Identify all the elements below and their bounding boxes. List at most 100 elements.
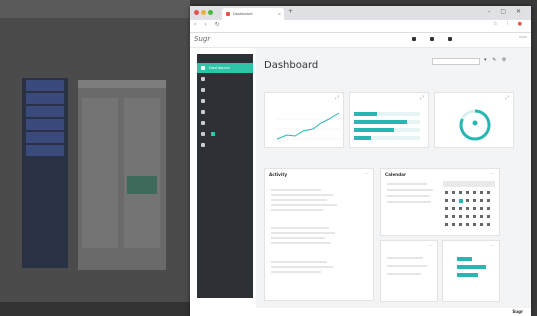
calendar-day[interactable] <box>487 215 490 218</box>
activity-line <box>271 271 321 273</box>
background-panel-header <box>78 80 166 88</box>
calendar-day[interactable] <box>466 223 469 226</box>
panel-menu-icon[interactable]: ⋯ <box>364 171 369 177</box>
calendar-day[interactable] <box>459 191 462 194</box>
calendar-day[interactable] <box>473 199 476 202</box>
calendar-day[interactable] <box>452 207 455 210</box>
tab-close-icon[interactable]: × <box>278 8 281 20</box>
calendar-day[interactable] <box>445 191 448 194</box>
footer-brand: Sugr <box>512 309 523 314</box>
activity-line <box>271 194 333 196</box>
card-expand-icon[interactable]: ⤢ <box>420 95 424 101</box>
card-bars: ⤢ <box>349 92 429 148</box>
app-logo[interactable]: Sugr <box>194 35 210 43</box>
calendar-day[interactable] <box>487 223 490 226</box>
signin-button[interactable] <box>519 36 527 38</box>
calendar-day[interactable] <box>466 191 469 194</box>
calendar-day[interactable] <box>445 199 448 202</box>
calendar-day[interactable] <box>459 207 462 210</box>
panel-title: Activity <box>269 172 288 177</box>
browser-tools[interactable]: ☆ ⋮ ● <box>493 21 525 27</box>
calendar-day[interactable] <box>473 191 476 194</box>
mini-bar <box>457 257 473 261</box>
panel-a: ⋯ <box>380 240 438 302</box>
toolbar-icons[interactable]: ▾ ✎ ⚙ <box>484 57 508 63</box>
header-link[interactable] <box>430 37 441 41</box>
browser-tab[interactable]: Dashboard × <box>222 8 284 20</box>
calendar-day[interactable] <box>445 207 448 210</box>
calendar-day[interactable] <box>473 223 476 226</box>
maximize-dot-icon[interactable] <box>208 10 213 15</box>
background-sidebar-item <box>26 119 64 130</box>
sidebar-item[interactable] <box>197 74 253 84</box>
calendar-day[interactable] <box>459 215 462 218</box>
calendar-day[interactable] <box>452 215 455 218</box>
background-sidebar-item <box>26 132 64 143</box>
sidebar-item[interactable] <box>197 129 253 139</box>
url-field[interactable] <box>218 22 458 30</box>
background-sidebar-item <box>26 106 64 117</box>
calendar-day[interactable] <box>466 215 469 218</box>
donut-center-icon <box>472 120 478 126</box>
sidebar-item[interactable] <box>197 85 253 95</box>
mini-bar <box>457 273 478 277</box>
window-controls[interactable]: – ▢ ✕ <box>487 8 525 15</box>
calendar-selected-day[interactable] <box>459 199 463 203</box>
activity-line <box>271 232 335 234</box>
minimize-dot-icon[interactable] <box>201 10 206 15</box>
panel-menu-icon[interactable]: ⋯ <box>490 243 495 249</box>
sidebar-item[interactable] <box>197 118 253 128</box>
search-input[interactable] <box>432 58 480 65</box>
background-highlight <box>127 176 157 194</box>
calendar-day[interactable] <box>487 191 490 194</box>
calendar-day[interactable] <box>487 199 490 202</box>
calendar-day[interactable] <box>452 199 455 202</box>
header-link[interactable] <box>412 37 423 41</box>
calendar-day[interactable] <box>480 223 483 226</box>
footer: Sugr <box>190 308 531 316</box>
address-bar-row: ‹ › ↻ ☆ ⋮ ● <box>190 20 531 33</box>
background-column <box>124 98 160 248</box>
panel-menu-icon[interactable]: ⋯ <box>428 243 433 249</box>
calendar-day[interactable] <box>473 215 476 218</box>
header-link[interactable] <box>448 37 459 41</box>
favicon-icon <box>226 12 230 16</box>
card-expand-icon[interactable]: ⤢ <box>335 95 339 101</box>
calendar-day[interactable] <box>452 191 455 194</box>
calendar-month[interactable] <box>443 181 495 187</box>
calendar-day[interactable] <box>452 223 455 226</box>
link-icon <box>412 37 416 41</box>
nav-icon <box>201 110 205 114</box>
main-content: Dashboard ▾ ✎ ⚙ ⤢ ⤢ ⤢ Activity ⋯ Calenda… <box>256 48 531 308</box>
calendar-day[interactable] <box>480 207 483 210</box>
extension-icon: ● <box>517 21 525 27</box>
nav-icon <box>201 143 205 147</box>
background-sidebar-item <box>26 93 64 104</box>
donut-chart <box>459 109 491 141</box>
calendar-day[interactable] <box>480 191 483 194</box>
header-links <box>412 37 465 41</box>
calendar-day[interactable] <box>459 223 462 226</box>
panel-line <box>387 265 427 267</box>
calendar-day[interactable] <box>487 207 490 210</box>
card-expand-icon[interactable]: ⤢ <box>505 95 509 101</box>
calendar-day[interactable] <box>445 223 448 226</box>
tab-title: Dashboard <box>233 12 253 16</box>
browser-window: Dashboard × + – ▢ ✕ ‹ › ↻ ☆ ⋮ ● Sugr Das… <box>190 6 531 316</box>
calendar-day[interactable] <box>480 199 483 202</box>
calendar-day[interactable] <box>445 215 448 218</box>
new-tab-icon[interactable]: + <box>288 8 293 15</box>
sidebar-item-dashboard[interactable]: Dashboard <box>197 63 253 73</box>
panel-menu-icon[interactable]: ⋯ <box>490 171 495 177</box>
sidebar-item[interactable] <box>197 96 253 106</box>
panel-b: ⋯ <box>442 240 500 302</box>
sidebar-item[interactable] <box>197 140 253 150</box>
close-dot-icon[interactable] <box>194 10 199 15</box>
sidebar-item[interactable] <box>197 107 253 117</box>
calendar-day[interactable] <box>466 199 469 202</box>
calendar-day[interactable] <box>480 215 483 218</box>
calendar-day[interactable] <box>466 207 469 210</box>
calendar-day[interactable] <box>473 207 476 210</box>
nav-icon <box>201 132 205 136</box>
